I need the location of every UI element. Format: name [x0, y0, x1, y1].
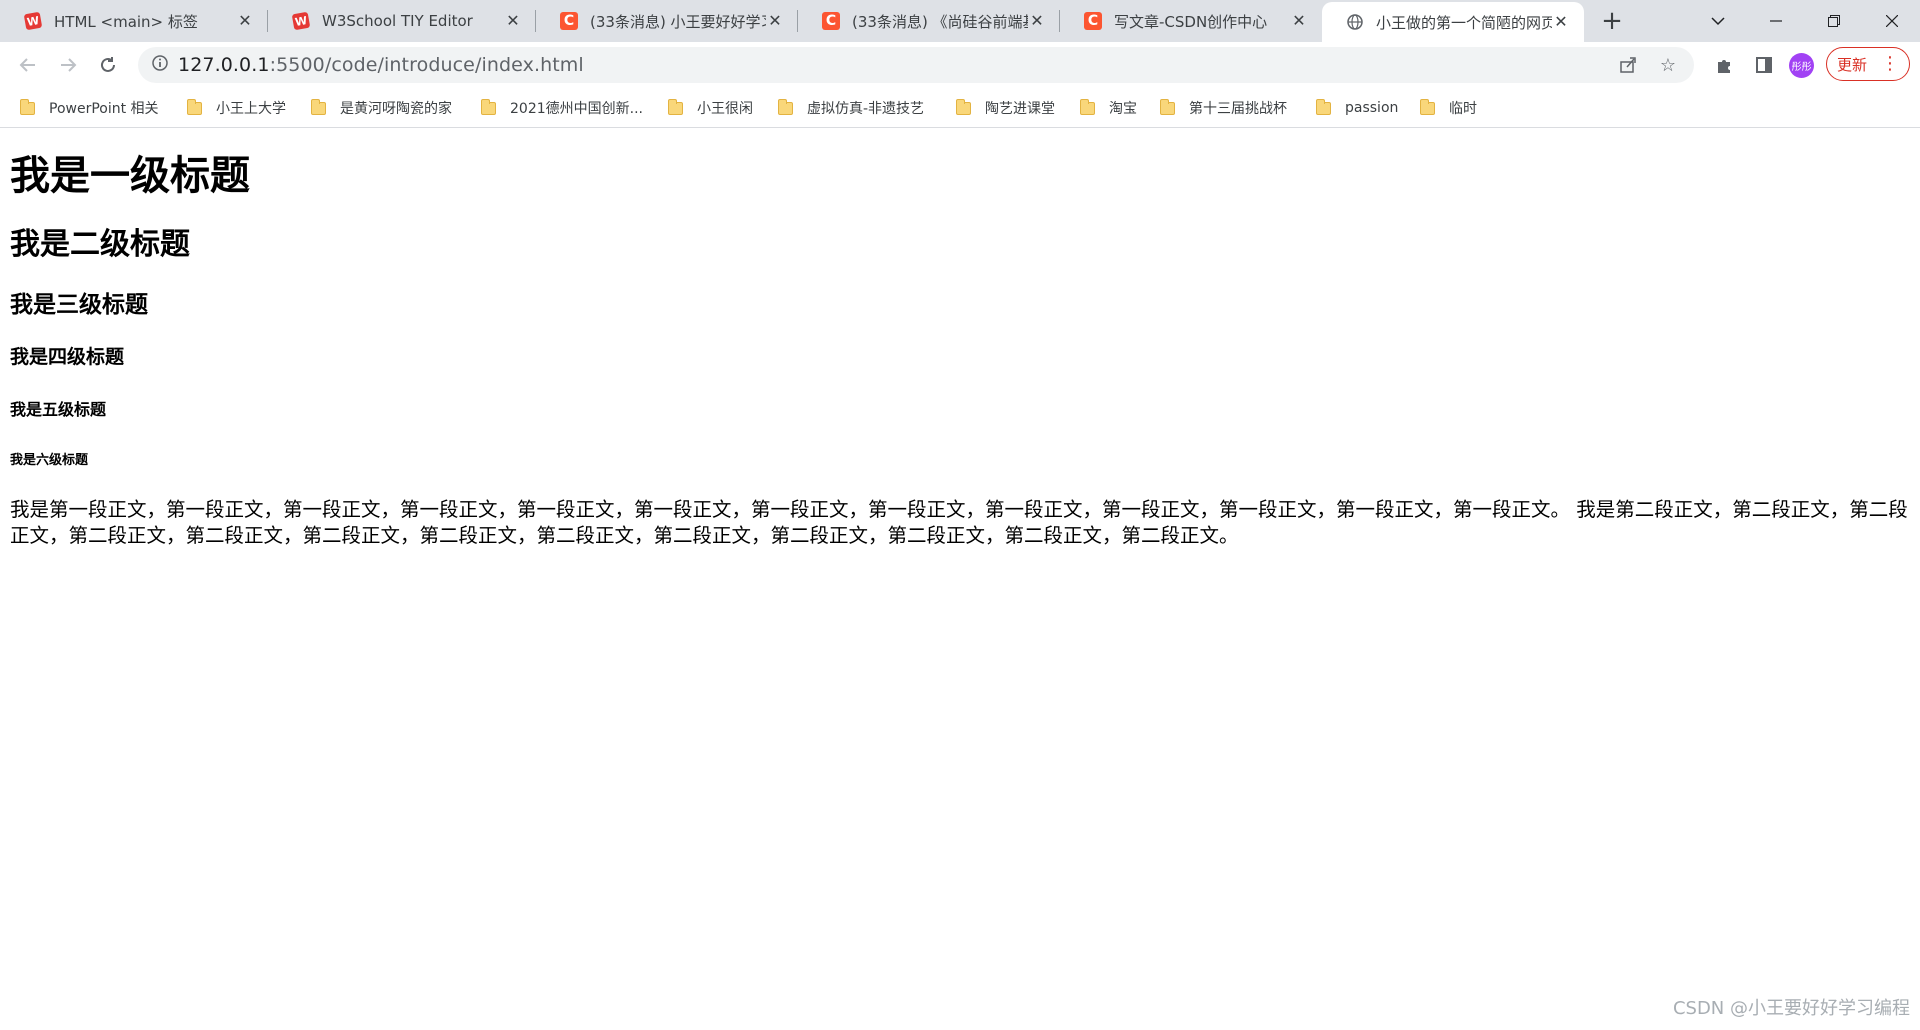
heading-2: 我是二级标题 — [10, 227, 190, 262]
url-host: 127.0.0.1 — [178, 54, 270, 76]
close-icon[interactable]: ✕ — [1290, 12, 1308, 30]
watermark-text: CSDN @小王要好好学习编程 — [1672, 998, 1910, 1019]
bookmark-folder[interactable]: 陶艺进课堂 — [956, 96, 1055, 120]
update-button[interactable]: 更新 ⋮ — [1826, 47, 1910, 81]
bookmark-folder[interactable]: 虚拟仿真-非遗技艺 — [778, 96, 924, 120]
heading-5: 我是五级标题 — [10, 400, 107, 419]
back-arrow-icon[interactable] — [12, 49, 44, 81]
bookmark-folder[interactable]: 2021德州中国创新... — [481, 96, 643, 120]
reload-icon[interactable] — [92, 49, 124, 81]
share-icon[interactable] — [1616, 53, 1640, 77]
bookmark-folder[interactable]: 第十三届挑战杯 — [1160, 96, 1287, 120]
address-bar[interactable]: 127.0.0.1:5500/code/introduce/index.html… — [138, 47, 1694, 83]
more-menu-icon[interactable]: ⋮ — [1881, 55, 1899, 73]
tab-csdn-write[interactable]: C 写文章-CSDN创作中心 ✕ — [1060, 0, 1322, 42]
folder-icon — [778, 98, 793, 115]
bookmark-star-icon[interactable]: ☆ — [1656, 53, 1680, 77]
heading-3: 我是三级标题 — [10, 292, 148, 318]
folder-icon — [20, 98, 35, 115]
url-path: :5500/code/introduce/index.html — [269, 54, 584, 76]
bookmark-label: 2021德州中国创新... — [510, 101, 643, 117]
page-viewport: 我是一级标题 我是二级标题 我是三级标题 我是四级标题 我是五级标题 我是六级标… — [0, 129, 1920, 1030]
browser-toolbar: 127.0.0.1:5500/code/introduce/index.html… — [0, 42, 1920, 88]
folder-icon — [1420, 98, 1435, 115]
folder-icon — [1080, 98, 1095, 115]
folder-icon — [956, 98, 971, 115]
tab-csdn-messages-2[interactable]: C (33条消息) 《尚硅谷前端基 ✕ — [798, 0, 1060, 42]
folder-icon — [1316, 98, 1331, 115]
bookmarks-bar: PowerPoint 相关 小王上大学 是黄河呀陶瓷的家 2021德州中国创新.… — [0, 88, 1920, 128]
bookmark-label: 虚拟仿真-非遗技艺 — [807, 101, 925, 117]
close-icon[interactable]: ✕ — [766, 12, 784, 30]
bookmark-folder[interactable]: 小王很闲 — [668, 96, 753, 120]
w3school-icon: W — [23, 11, 43, 31]
bookmark-label: 小王上大学 — [216, 101, 286, 117]
bookmark-label: 陶艺进课堂 — [985, 101, 1055, 117]
folder-icon — [481, 98, 496, 115]
side-panel-icon[interactable] — [1750, 51, 1778, 79]
new-tab-button[interactable]: + — [1597, 6, 1627, 36]
forward-arrow-icon[interactable] — [52, 49, 84, 81]
site-info-icon[interactable] — [142, 55, 178, 75]
folder-icon — [1160, 98, 1175, 115]
url-text[interactable]: 127.0.0.1:5500/code/introduce/index.html — [178, 54, 584, 76]
globe-icon — [1346, 13, 1364, 31]
heading-4: 我是四级标题 — [10, 346, 125, 368]
csdn-icon: C — [1084, 12, 1102, 30]
bookmark-folder[interactable]: 小王上大学 — [187, 96, 286, 120]
folder-icon — [668, 98, 683, 115]
close-icon[interactable]: ✕ — [236, 12, 254, 30]
tab-csdn-messages-1[interactable]: C (33条消息) 小王要好好学习 ✕ — [536, 0, 798, 42]
tab-title: HTML <main> 标签 — [54, 12, 198, 31]
tab-html-main[interactable]: W HTML <main> 标签 ✕ — [0, 0, 268, 42]
close-icon[interactable]: ✕ — [504, 12, 522, 30]
bookmark-label: 是黄河呀陶瓷的家 — [340, 101, 452, 117]
update-label: 更新 — [1836, 55, 1867, 74]
tab-title: 小王做的第一个简陋的网页 — [1376, 13, 1552, 32]
bookmark-label: 淘宝 — [1109, 101, 1137, 117]
bookmark-label: 临时 — [1449, 101, 1477, 117]
close-icon[interactable]: ✕ — [1028, 12, 1046, 30]
tab-title: W3School TIY Editor — [322, 12, 473, 30]
extensions-puzzle-icon[interactable] — [1710, 51, 1738, 79]
tab-title: 写文章-CSDN创作中心 — [1114, 12, 1268, 31]
bookmark-folder[interactable]: PowerPoint 相关 — [20, 96, 159, 120]
profile-avatar[interactable]: 彤彤 — [1789, 53, 1814, 78]
heading-6: 我是六级标题 — [10, 453, 89, 468]
tab-strip: W HTML <main> 标签 ✕ W W3School TIY Editor… — [0, 0, 1920, 42]
body-paragraph: 我是第一段正文，第一段正文，第一段正文，第一段正文，第一段正文，第一段正文，第一… — [10, 498, 1908, 547]
bookmark-label: passion — [1345, 100, 1399, 116]
csdn-icon: C — [560, 12, 578, 30]
csdn-watermark: CSDN @小王要好好学习编程 — [1673, 994, 1910, 1020]
tab-w3school-tiy[interactable]: W W3School TIY Editor ✕ — [268, 0, 536, 42]
bookmark-label: PowerPoint 相关 — [49, 101, 159, 117]
bookmark-label: 第十三届挑战杯 — [1189, 101, 1287, 117]
restore-button[interactable] — [1806, 0, 1862, 42]
heading-1: 我是一级标题 — [10, 153, 250, 199]
close-icon[interactable]: ✕ — [1552, 13, 1570, 31]
bookmark-folder[interactable]: 临时 — [1420, 96, 1477, 120]
bookmark-folder[interactable]: passion — [1316, 96, 1398, 120]
folder-icon — [311, 98, 326, 115]
tab-current-page[interactable]: 小王做的第一个简陋的网页 ✕ — [1322, 2, 1584, 42]
w3school-icon: W — [291, 11, 311, 31]
tab-search-chevron-icon[interactable] — [1690, 0, 1746, 42]
close-window-button[interactable] — [1864, 0, 1920, 42]
tab-title: (33条消息) 《尚硅谷前端基 — [852, 12, 1028, 31]
folder-icon — [187, 98, 202, 115]
bookmark-folder[interactable]: 淘宝 — [1080, 96, 1137, 120]
tab-title: (33条消息) 小王要好好学习 — [590, 12, 766, 31]
bookmark-label: 小王很闲 — [697, 101, 753, 117]
minimize-button[interactable] — [1748, 0, 1804, 42]
csdn-icon: C — [822, 12, 840, 30]
bookmark-folder[interactable]: 是黄河呀陶瓷的家 — [311, 96, 452, 120]
